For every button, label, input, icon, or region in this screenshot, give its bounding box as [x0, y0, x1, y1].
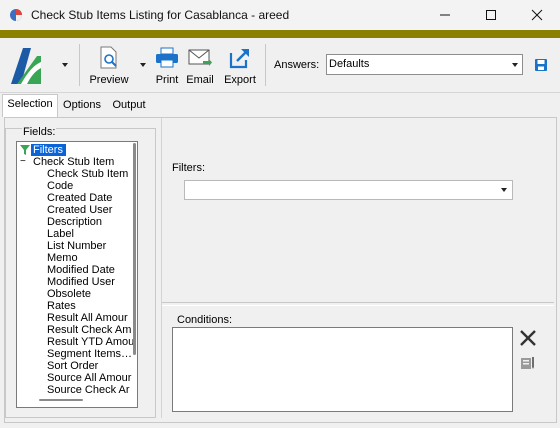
preview-dropdown-icon[interactable]: [140, 63, 146, 67]
tab-output[interactable]: Output: [108, 96, 150, 116]
filters-label: Filters:: [172, 162, 205, 174]
window-title: Check Stub Items Listing for Casablanca …: [31, 8, 290, 22]
printer-icon: [156, 47, 178, 68]
print-label: Print: [155, 74, 179, 86]
tree-horizontal-scrollbar[interactable]: [39, 399, 83, 401]
toolbar-separator: [79, 44, 80, 86]
tree-item[interactable]: Created User: [47, 204, 112, 216]
minimize-icon: [440, 14, 450, 16]
chevron-down-icon: [62, 63, 68, 67]
tree-item[interactable]: Code: [47, 180, 73, 192]
filter-icon: [20, 145, 30, 155]
tree-item[interactable]: Memo: [47, 252, 78, 264]
tab-selection[interactable]: Selection: [2, 94, 58, 117]
panel-divider: [161, 118, 162, 418]
tree-item[interactable]: List Number: [47, 240, 106, 252]
minimize-button[interactable]: [422, 0, 468, 30]
tree-vertical-scrollbar[interactable]: [133, 143, 136, 355]
toolbar: Preview Print Email Export Answers: Defa…: [0, 38, 560, 93]
filters-select[interactable]: [184, 180, 513, 200]
tree-item[interactable]: Modified Date: [47, 264, 115, 276]
accent-strip: [0, 30, 560, 38]
tree-item[interactable]: Result All Amour: [47, 312, 128, 324]
maximize-icon: [486, 10, 496, 20]
tab-options[interactable]: Options: [60, 96, 104, 116]
print-button[interactable]: Print: [152, 44, 182, 88]
email-button[interactable]: Email: [185, 44, 215, 88]
email-icon: [188, 49, 212, 66]
preview-label: Preview: [89, 74, 129, 86]
tree-item[interactable]: Rates: [47, 300, 76, 312]
toolbar-separator: [265, 44, 266, 86]
close-icon: [531, 9, 543, 21]
conditions-list[interactable]: [172, 327, 513, 412]
collapse-icon[interactable]: −: [20, 156, 26, 168]
app-menu-button[interactable]: [6, 44, 68, 88]
preview-icon: [100, 46, 117, 69]
save-icon[interactable]: [534, 58, 548, 72]
splitter[interactable]: [162, 302, 554, 306]
tree-item[interactable]: Created Date: [47, 192, 112, 204]
answers-select[interactable]: Defaults: [326, 54, 523, 75]
conditions-label: Conditions:: [177, 314, 233, 326]
maximize-button[interactable]: [468, 0, 514, 30]
tree-item[interactable]: Modified User: [47, 276, 115, 288]
tree-item[interactable]: Check Stub Item: [47, 168, 128, 180]
fields-tree[interactable]: Filters − Check Stub Item Check Stub Ite…: [16, 141, 138, 408]
tree-item[interactable]: Obsolete: [47, 288, 91, 300]
tab-strip: Selection Options Output: [0, 93, 560, 117]
chevron-down-icon: [512, 63, 518, 67]
email-label: Email: [186, 74, 214, 86]
chevron-down-icon: [501, 188, 507, 192]
answers-value: Defaults: [329, 58, 370, 70]
tree-item[interactable]: Source All Amour: [47, 372, 131, 384]
remove-condition-icon[interactable]: [518, 328, 538, 348]
tree-item[interactable]: Source Check Ar: [47, 384, 130, 396]
title-bar: Check Stub Items Listing for Casablanca …: [0, 0, 560, 30]
fields-label: Fields:: [22, 126, 57, 138]
tree-item[interactable]: Label: [47, 228, 74, 240]
tree-item[interactable]: Description: [47, 216, 102, 228]
edit-condition-icon[interactable]: [520, 355, 536, 371]
app-pie-icon: [10, 9, 22, 21]
tree-item-label: Filters: [31, 144, 66, 156]
close-window-button[interactable]: [514, 0, 560, 30]
app-logo-icon: [7, 44, 43, 88]
export-button[interactable]: Export: [221, 44, 259, 88]
tree-item-label: Check Stub Item: [33, 156, 115, 168]
export-label: Export: [224, 74, 256, 86]
export-icon: [229, 49, 249, 69]
tree-item[interactable]: Segment Items…: [47, 348, 132, 360]
answers-label: Answers:: [274, 59, 320, 71]
tree-item[interactable]: Result YTD Amou: [47, 336, 134, 348]
tree-item[interactable]: Sort Order: [47, 360, 98, 372]
preview-button[interactable]: Preview: [87, 44, 131, 88]
tree-item[interactable]: Result Check Am: [47, 324, 131, 336]
